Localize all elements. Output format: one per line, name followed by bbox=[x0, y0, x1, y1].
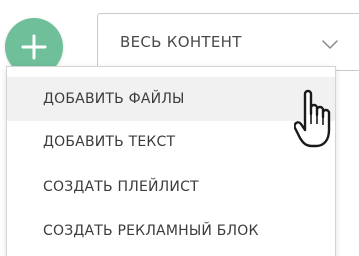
menu-item-add-text[interactable]: ДОБАВИТЬ ТЕКСТ bbox=[7, 120, 335, 164]
menu-item-add-files[interactable]: ДОБАВИТЬ ФАЙЛЫ bbox=[7, 77, 335, 121]
content-filter-select[interactable]: ВЕСЬ КОНТЕНТ bbox=[97, 13, 359, 71]
plus-icon bbox=[21, 34, 47, 60]
content-toolbar: ВЕСЬ КОНТЕНТ ДОБАВИТЬ ФАЙЛЫ ДОБАВИТЬ ТЕК… bbox=[0, 0, 359, 256]
menu-item-create-playlist[interactable]: СОЗДАТЬ ПЛЕЙЛИСТ bbox=[7, 165, 335, 209]
chevron-down-icon bbox=[322, 40, 338, 49]
add-content-menu: ДОБАВИТЬ ФАЙЛЫ ДОБАВИТЬ ТЕКСТ СОЗДАТЬ ПЛ… bbox=[6, 66, 336, 256]
content-filter-value: ВЕСЬ КОНТЕНТ bbox=[120, 33, 242, 51]
hand-pointer-icon bbox=[294, 89, 331, 148]
menu-item-create-ad-block[interactable]: СОЗДАТЬ РЕКЛАМНЫЙ БЛОК bbox=[7, 209, 335, 253]
